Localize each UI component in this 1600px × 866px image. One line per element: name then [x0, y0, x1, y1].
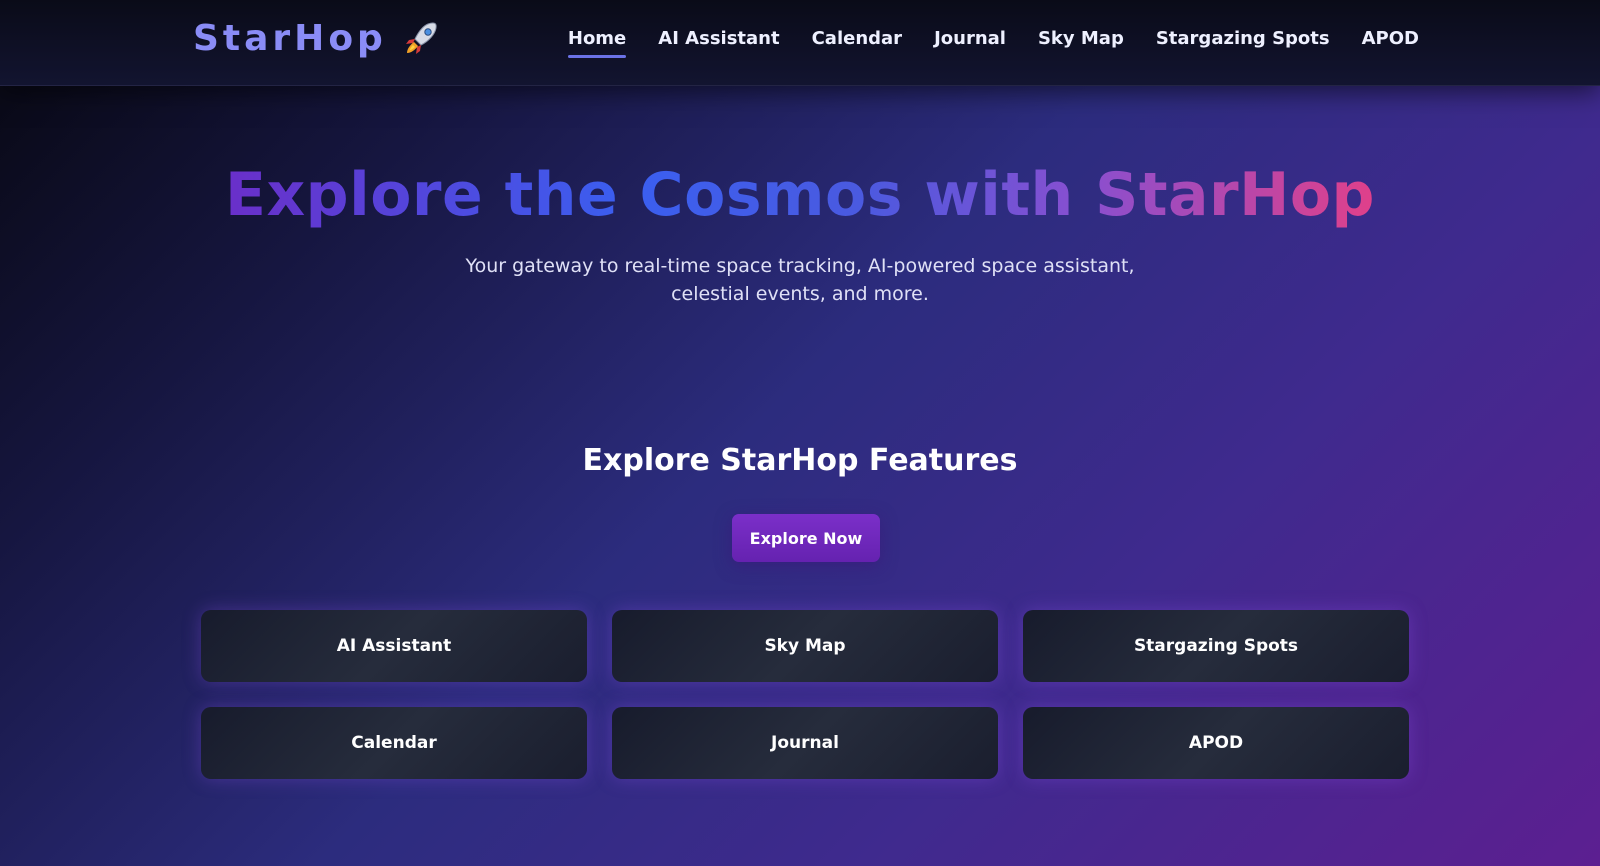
feature-card-label: AI Assistant	[336, 636, 452, 656]
feature-card-sky-map[interactable]: Sky Map	[612, 610, 998, 682]
feature-card-label: Stargazing Spots	[1133, 636, 1299, 656]
hero-title: Explore the Cosmos with StarHop	[0, 160, 1600, 230]
feature-card-label: APOD	[1188, 733, 1244, 753]
nav-apod[interactable]: APOD	[1362, 28, 1419, 49]
nav-ai-assistant[interactable]: AI Assistant	[658, 28, 779, 49]
feature-card-journal[interactable]: Journal	[612, 707, 998, 779]
feature-card-label: Sky Map	[764, 636, 846, 656]
top-navbar: StarHop Home AI Assistant Calendar Journ…	[0, 0, 1600, 86]
main-nav: Home AI Assistant Calendar Journal Sky M…	[567, 28, 1419, 58]
feature-card-apod[interactable]: APOD	[1023, 707, 1409, 779]
feature-grid: AI Assistant Sky Map Stargazing Spots Ca…	[201, 610, 1410, 779]
nav-home[interactable]: Home	[567, 28, 627, 58]
rocket-icon	[405, 22, 437, 54]
feature-card-stargazing-spots[interactable]: Stargazing Spots	[1023, 610, 1409, 682]
features-title: Explore StarHop Features	[582, 443, 1018, 478]
hero-title-text: Explore the Cosmos with StarHop	[224, 160, 1376, 230]
logo[interactable]: StarHop	[193, 18, 441, 59]
feature-card-label: Journal	[771, 733, 839, 753]
nav-sky-map[interactable]: Sky Map	[1038, 28, 1124, 49]
nav-calendar[interactable]: Calendar	[812, 28, 902, 49]
explore-now-button[interactable]: Explore Now	[732, 514, 880, 562]
feature-card-label: Calendar	[351, 733, 437, 753]
hero-subtitle: Your gateway to real-time space tracking…	[465, 255, 1135, 305]
logo-text: StarHop	[193, 18, 387, 59]
feature-card-ai-assistant[interactable]: AI Assistant	[201, 610, 587, 682]
feature-card-calendar[interactable]: Calendar	[201, 707, 587, 779]
nav-stargazing-spots[interactable]: Stargazing Spots	[1156, 28, 1330, 49]
nav-journal[interactable]: Journal	[934, 28, 1006, 49]
